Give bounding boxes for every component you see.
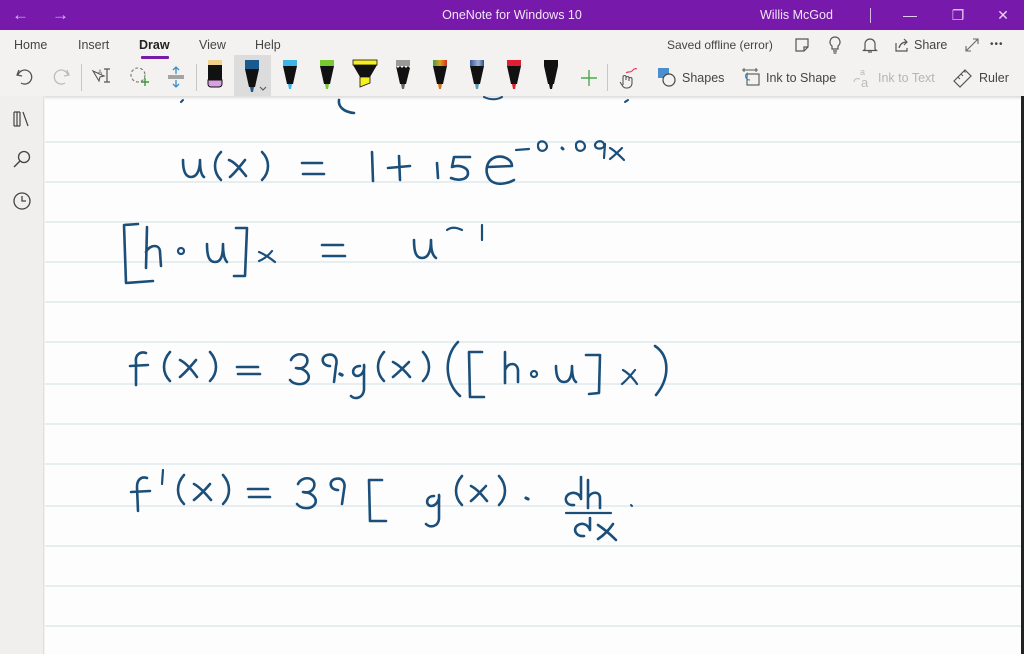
undo-icon[interactable] bbox=[14, 55, 34, 96]
restore-icon[interactable]: ❐ bbox=[943, 4, 973, 26]
close-icon[interactable]: ✕ bbox=[988, 4, 1018, 26]
fullscreen-icon[interactable] bbox=[964, 37, 980, 53]
user-name[interactable]: Willis McGod bbox=[760, 8, 833, 22]
sticky-note-icon[interactable] bbox=[794, 37, 810, 53]
ink-line-f-prime bbox=[129, 468, 633, 542]
note-canvas[interactable] bbox=[45, 96, 1024, 654]
add-pen-icon[interactable] bbox=[579, 55, 599, 96]
handwritten-ink[interactable] bbox=[45, 96, 1024, 654]
bell-icon[interactable] bbox=[862, 36, 878, 54]
ink-line-u-of-x bbox=[181, 140, 626, 186]
left-navigation bbox=[0, 96, 44, 654]
title-separator bbox=[870, 8, 871, 23]
tab-home[interactable]: Home bbox=[14, 38, 47, 52]
toolbar-separator bbox=[607, 64, 608, 91]
tab-insert[interactable]: Insert bbox=[78, 38, 109, 52]
title-bar: ← → OneNote for Windows 10 Willis McGod … bbox=[0, 0, 1024, 30]
tab-draw[interactable]: Draw bbox=[139, 38, 170, 52]
share-button[interactable]: Share bbox=[914, 38, 947, 52]
highlighter-yellow-tool[interactable] bbox=[351, 55, 379, 96]
more-options-icon[interactable]: ••• bbox=[990, 36, 1004, 54]
tab-help[interactable]: Help bbox=[255, 38, 281, 52]
ink-to-shape-icon[interactable] bbox=[740, 55, 762, 96]
svg-text:a: a bbox=[861, 75, 869, 90]
type-select-icon[interactable]: A bbox=[90, 55, 112, 96]
ink-to-text-button: Ink to Text bbox=[878, 71, 935, 85]
pen-light-blue-tool[interactable] bbox=[280, 55, 300, 96]
search-icon[interactable] bbox=[11, 148, 33, 170]
pen-galaxy-tool[interactable] bbox=[393, 55, 413, 96]
recent-notes-icon[interactable] bbox=[11, 190, 33, 212]
ink-line-partial-top bbox=[180, 96, 629, 115]
ink-to-text-icon: aa bbox=[853, 67, 869, 90]
tab-view[interactable]: View bbox=[199, 38, 226, 52]
pen-dark-blue-tool[interactable] bbox=[239, 55, 269, 96]
redo-icon[interactable] bbox=[52, 55, 72, 96]
notebooks-icon[interactable] bbox=[11, 108, 33, 130]
pen-red-tool[interactable] bbox=[504, 55, 524, 96]
ink-line-f-of-x bbox=[128, 340, 668, 400]
ruler-button[interactable]: Ruler bbox=[979, 71, 1009, 85]
ink-to-shape-button[interactable]: Ink to Shape bbox=[766, 71, 836, 85]
ruler-icon[interactable] bbox=[952, 55, 974, 96]
sync-status[interactable]: Saved offline (error) bbox=[667, 38, 773, 52]
pen-black-tool[interactable] bbox=[541, 55, 561, 96]
shapes-icon[interactable] bbox=[656, 55, 678, 96]
lightbulb-icon[interactable] bbox=[828, 36, 842, 54]
share-icon[interactable] bbox=[894, 37, 911, 53]
toolbar-separator bbox=[196, 64, 197, 91]
draw-toolbar: A Shapes Ink to Shape a a Ink to Text Ru… bbox=[0, 55, 1024, 96]
toolbar-separator bbox=[81, 64, 82, 91]
pen-rainbow-tool[interactable] bbox=[430, 55, 450, 96]
minimize-icon[interactable]: — bbox=[895, 4, 925, 26]
shapes-button[interactable]: Shapes bbox=[682, 71, 724, 85]
pen-ocean-tool[interactable] bbox=[467, 55, 487, 96]
pen-green-tool[interactable] bbox=[317, 55, 337, 96]
add-space-icon[interactable] bbox=[166, 55, 186, 96]
touch-draw-icon[interactable] bbox=[616, 55, 638, 96]
svg-text:A: A bbox=[98, 70, 102, 76]
lasso-select-icon[interactable] bbox=[128, 55, 150, 96]
eraser-tool[interactable] bbox=[205, 55, 225, 96]
ink-line-h-compose-u bbox=[122, 222, 484, 285]
